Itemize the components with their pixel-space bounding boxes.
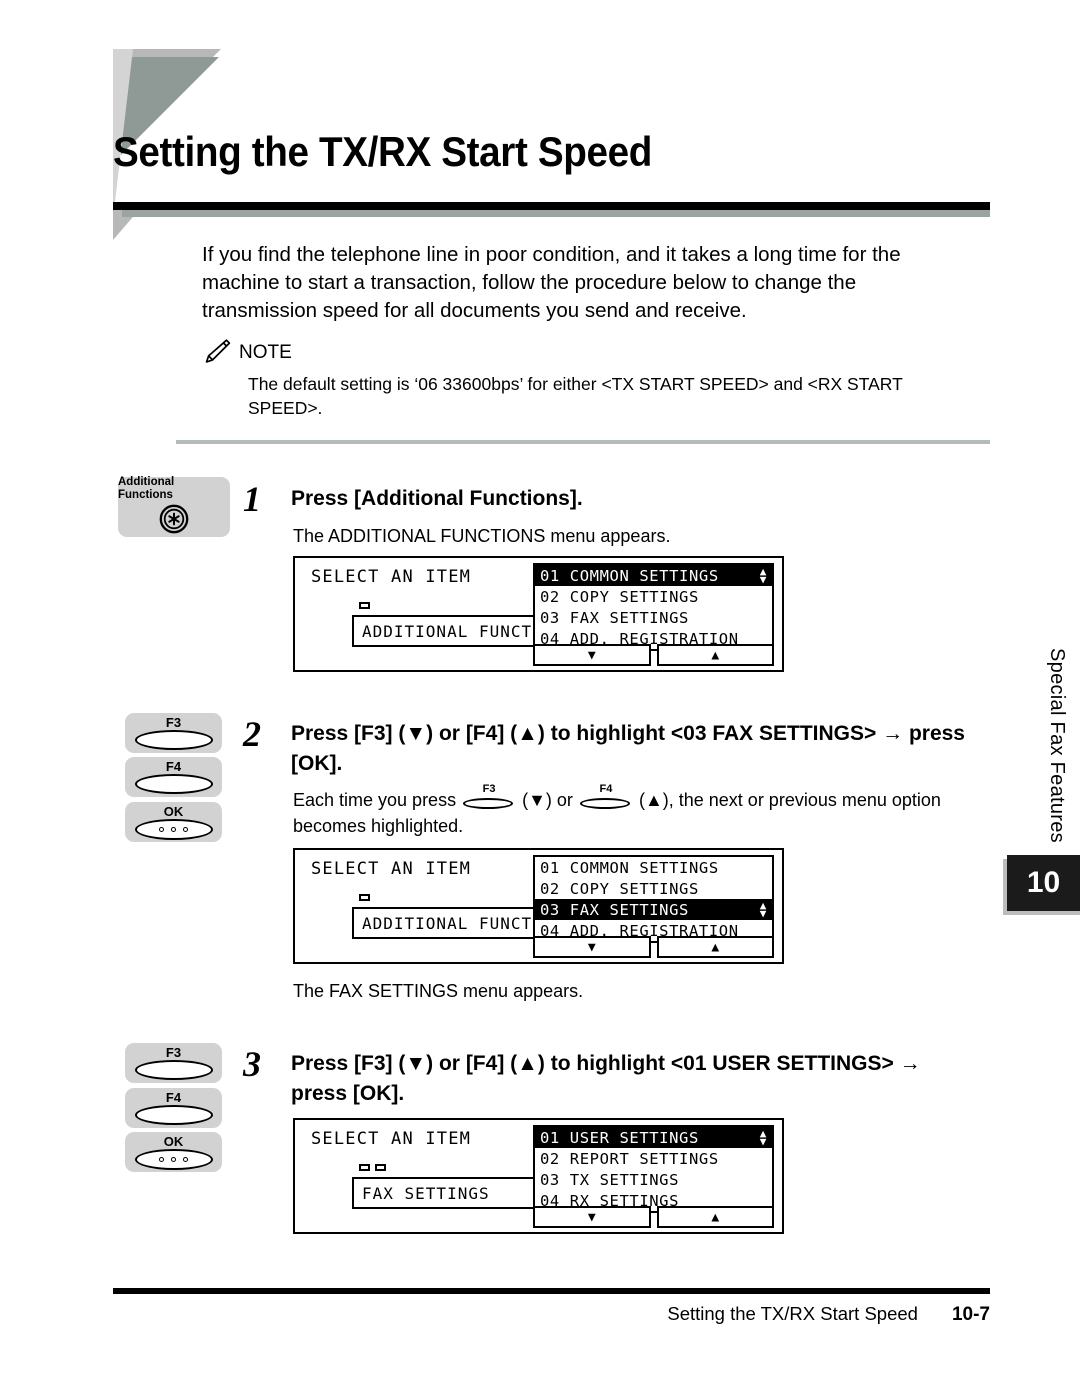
lens-key-icon: [134, 1060, 213, 1080]
lcd-menu-item-label: 01 COMMON SETTINGS: [540, 566, 719, 585]
lcd-menu-item-label: 02 REPORT SETTINGS: [540, 1149, 719, 1168]
lcd-menu-item-label: 03 FAX SETTINGS: [540, 608, 689, 627]
sidebar-section-label: Special Fax Features: [1046, 648, 1068, 843]
step-2-number: 2: [243, 714, 261, 754]
lcd-menu-item[interactable]: 01 USER SETTINGS ▲ ▼: [535, 1127, 772, 1148]
lcd-menu-item[interactable]: 02 REPORT SETTINGS: [535, 1148, 772, 1169]
step-2-subtext: Each time you press F3 (▼) or F4 (▲), th…: [293, 784, 993, 839]
lcd-title: SELECT AN ITEM: [311, 859, 472, 879]
lcd-softkey-bar: ▼ ▲: [533, 1206, 774, 1228]
note-heading: NOTE: [202, 338, 977, 369]
pencil-icon: [202, 338, 232, 369]
note-block: NOTE The default setting is ‘06 33600bps…: [202, 338, 977, 420]
ok-key-icon: [134, 1148, 213, 1170]
lcd-menu-item[interactable]: 03 FAX SETTINGS ▲ ▼: [535, 899, 772, 920]
section-divider: [176, 440, 990, 444]
softkey-up[interactable]: ▲: [656, 936, 774, 958]
lens-key-icon: [463, 798, 514, 809]
key-additional-functions[interactable]: Additional Functions: [118, 475, 230, 539]
key-ok[interactable]: OK: [125, 802, 222, 842]
lcd-title: SELECT AN ITEM: [311, 1129, 472, 1149]
step-3-number: 3: [243, 1044, 261, 1084]
lcd-menu-list[interactable]: 01 COMMON SETTINGS 02 COPY SETTINGS 03 F…: [533, 855, 774, 943]
lcd-display-3: SELECT AN ITEM FAX SETTINGS 01 USER SETT…: [293, 1118, 784, 1234]
lens-key-icon: [134, 774, 213, 794]
softkey-up[interactable]: ▲: [656, 644, 774, 666]
lcd-display-1: SELECT AN ITEM ADDITIONAL FUNCTIONS 01 C…: [293, 556, 784, 672]
key-f3-label: F3: [165, 715, 182, 730]
softkey-down[interactable]: ▼: [533, 1206, 651, 1228]
softkey-down[interactable]: ▼: [533, 936, 651, 958]
key-additional-functions-label: Additional Functions: [118, 475, 175, 501]
key-f3-label: F3: [165, 1045, 182, 1060]
key-ok-label: OK: [163, 1133, 184, 1149]
footer-title: Setting the TX/RX Start Speed: [667, 1303, 918, 1324]
lcd-softkey-bar: ▼ ▲: [533, 936, 774, 958]
step-1-number: 1: [243, 479, 261, 519]
lcd-menu-item-label: 02 COPY SETTINGS: [540, 879, 699, 898]
step-3-heading: Press [F3] (▼) or [F4] (▲) to highlight …: [291, 1052, 921, 1105]
lens-key-icon: [579, 798, 630, 809]
key-ok[interactable]: OK: [125, 1132, 222, 1172]
ok-key-icon: [134, 818, 213, 840]
lcd-title: SELECT AN ITEM: [311, 567, 472, 587]
key-f4[interactable]: F4: [125, 1088, 222, 1128]
lcd-menu-item-label: 02 COPY SETTINGS: [540, 587, 699, 606]
note-text: The default setting is ‘06 33600bps’ for…: [248, 374, 903, 418]
key-f4-label: F4: [165, 1090, 182, 1105]
key-f3[interactable]: F3: [125, 713, 222, 753]
page-header: Setting the TX/RX Start Speed: [0, 0, 1080, 240]
intro-paragraph: If you find the telephone line in poor c…: [202, 243, 901, 322]
scroll-updown-icon: ▲ ▼: [759, 564, 767, 586]
lcd-softkey-bar: ▼ ▲: [533, 644, 774, 666]
step-2-subtext-before: Each time you press: [293, 790, 457, 810]
lcd-menu-item[interactable]: 01 COMMON SETTINGS ▲ ▼: [535, 565, 772, 586]
step-1-heading: Press [Additional Functions].: [291, 487, 583, 510]
softkey-down[interactable]: ▼: [533, 644, 651, 666]
scroll-updown-icon: ▲ ▼: [759, 1126, 767, 1148]
asterisk-circle-icon: [159, 504, 189, 539]
key-f4-label: F4: [165, 759, 182, 774]
lens-key-icon: [134, 730, 213, 750]
lcd-menu-item-label: 03 FAX SETTINGS: [540, 900, 689, 919]
lcd-level-marks: [359, 1164, 386, 1171]
step-2-after-text: The FAX SETTINGS menu appears.: [293, 981, 584, 1001]
chapter-tab: 10: [1007, 855, 1080, 911]
lcd-menu-item[interactable]: 03 FAX SETTINGS: [535, 607, 772, 628]
lcd-display-2: SELECT AN ITEM ADDITIONAL FUNCTIONS 01 C…: [293, 848, 784, 964]
key-f3[interactable]: F3: [125, 1043, 222, 1083]
inline-key-f4-label: F4: [599, 783, 613, 795]
lcd-menu-list[interactable]: 01 USER SETTINGS ▲ ▼ 02 REPORT SETTINGS 0…: [533, 1125, 774, 1213]
footer-page-number: 10-7: [951, 1304, 990, 1325]
lcd-level-marks: [359, 894, 370, 901]
step-2-heading: Press [F3] (▼) or [F4] (▲) to highlight …: [291, 722, 965, 775]
inline-key-f3-label: F3: [482, 783, 496, 795]
key-f4[interactable]: F4: [125, 757, 222, 797]
page-footer: Setting the TX/RX Start Speed 10-7: [113, 1303, 990, 1326]
lcd-menu-list[interactable]: 01 COMMON SETTINGS ▲ ▼ 02 COPY SETTINGS 0…: [533, 563, 774, 651]
lcd-menu-item-label: 01 USER SETTINGS: [540, 1128, 699, 1147]
lcd-menu-item[interactable]: 01 COMMON SETTINGS: [535, 857, 772, 878]
lcd-breadcrumb: FAX SETTINGS: [352, 1177, 540, 1209]
lcd-menu-item-label: 01 COMMON SETTINGS: [540, 858, 719, 877]
title-rule: [113, 202, 990, 210]
lens-key-icon: [134, 1105, 213, 1125]
lcd-menu-item[interactable]: 02 COPY SETTINGS: [535, 586, 772, 607]
lcd-menu-item-label: 03 TX SETTINGS: [540, 1170, 680, 1189]
step-2-subtext-mid: (▼) or: [522, 790, 573, 810]
footer-rule: [113, 1288, 990, 1294]
step-1-subtext: The ADDITIONAL FUNCTIONS menu appears.: [293, 526, 671, 546]
inline-key-f3: F3: [463, 784, 515, 810]
lcd-menu-item[interactable]: 02 COPY SETTINGS: [535, 878, 772, 899]
softkey-up[interactable]: ▲: [656, 1206, 774, 1228]
inline-key-f4: F4: [579, 784, 632, 810]
page-title: Setting the TX/RX Start Speed: [113, 128, 652, 175]
lcd-level-marks: [359, 602, 370, 609]
title-rule-shadow: [122, 210, 990, 217]
scroll-updown-icon: ▲ ▼: [759, 898, 767, 920]
key-ok-label: OK: [163, 803, 184, 819]
note-label: NOTE: [239, 342, 292, 363]
lcd-menu-item[interactable]: 03 TX SETTINGS: [535, 1169, 772, 1190]
